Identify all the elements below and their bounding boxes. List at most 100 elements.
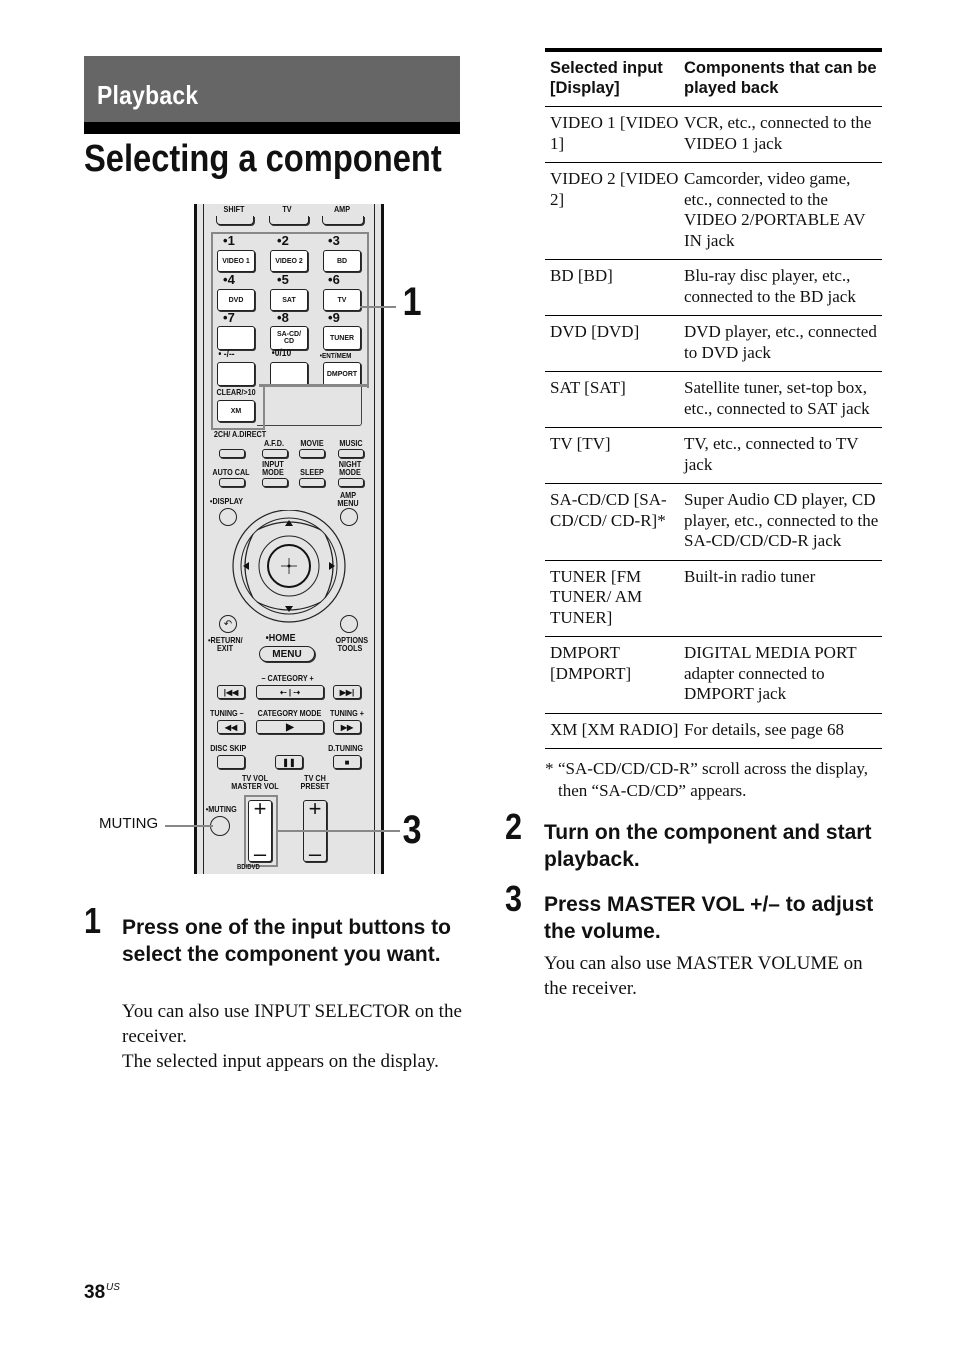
2ch-button[interactable] — [219, 449, 245, 458]
table-row: SAT [SAT] Satellite tuner, set-top box, e… — [545, 372, 882, 428]
table-cell-components: Blu-ray disc player, etc., connected to … — [684, 266, 856, 306]
fast-forward-button[interactable]: ▶▶ — [333, 720, 361, 734]
highlight-join — [259, 384, 367, 387]
step-1-body: You can also use INPUT SELECTOR on the r… — [122, 999, 467, 1074]
category-label: – CATEGORY + — [261, 673, 314, 683]
stop-button[interactable]: ■ — [333, 755, 361, 769]
xm-button[interactable]: XM — [217, 400, 255, 422]
table-row: TUNER [FM TUNER/ AM TUNER] Built-in radio… — [545, 561, 882, 637]
input-mode-button[interactable] — [262, 478, 288, 487]
table-cell-components: For details, see page 68 — [684, 719, 845, 739]
table-cell-input: VIDEO 2 [VIDEO 2] — [550, 169, 679, 209]
tuner-button[interactable]: TUNER — [323, 326, 361, 350]
num-8: •8 — [277, 310, 289, 325]
ch-minus: – — [308, 841, 322, 866]
tv-vol-label: TV VOL MASTER VOL — [231, 773, 279, 791]
table-row: DMPORT [DMPORT] DIGITAL MEDIA PORT adapte… — [545, 637, 882, 714]
button-7[interactable] — [217, 326, 255, 350]
table-header-row: Selected input [Display] Components that… — [545, 52, 882, 107]
auto-cal-label: AUTO CAL — [212, 467, 250, 477]
table-cell-input: VIDEO 1 [VIDEO 1] — [550, 113, 679, 153]
table-footnote: * “SA-CD/CD/CD-R” scroll across the disp… — [545, 758, 885, 802]
options-button[interactable] — [340, 615, 358, 633]
input-component-table: Selected input [Display] Components that… — [545, 48, 882, 749]
sleep-label: SLEEP — [300, 467, 324, 477]
step-1-number: 1 — [84, 900, 102, 941]
night-mode-label: NIGHT MODE — [338, 459, 362, 477]
footnote-mark: * — [545, 759, 554, 778]
callout-1-label: 1 — [402, 280, 422, 324]
night-mode-button[interactable] — [338, 478, 364, 487]
video1-button[interactable]: VIDEO 1 — [217, 250, 255, 272]
muting-small-label: •MUTING — [205, 804, 237, 814]
amp-button[interactable] — [322, 216, 364, 225]
page-number: 38 — [84, 1282, 106, 1303]
rewind-button[interactable]: ◀◀ — [217, 720, 245, 734]
input-mode-label: INPUT MODE — [262, 459, 284, 477]
callout-1-line — [360, 306, 396, 308]
table-cell-components: TV, etc., connected to TV jack — [684, 434, 859, 474]
num-2: •2 — [277, 233, 289, 248]
table-cell-input: TUNER [FM TUNER/ AM TUNER] — [550, 566, 643, 627]
table-cell-input: DMPORT [DMPORT] — [550, 643, 632, 683]
sacd-button[interactable]: SA-CD/ CD — [270, 326, 308, 350]
auto-cal-button[interactable] — [219, 478, 245, 487]
num-dash: • -/-- — [218, 349, 235, 360]
tv-button[interactable] — [269, 216, 309, 225]
disc-skip-label: DISC SKIP — [210, 743, 247, 753]
play-button[interactable]: ▶ — [256, 720, 324, 734]
table-row: TV [TV] TV, etc., connected to TV jack — [545, 428, 882, 484]
music-label: MUSIC — [339, 438, 363, 448]
table-row: SA-CD/CD [SA-CD/CD/ CD-R]* Super Audio CD… — [545, 484, 882, 561]
table-row: BD [BD] Blu-ray disc player, etc., connec… — [545, 260, 882, 316]
table-cell-components: DIGITAL MEDIA PORT adapter connected to … — [684, 643, 857, 703]
muting-button[interactable] — [210, 816, 230, 836]
category-mode-label: CATEGORY MODE — [257, 708, 322, 718]
prev-track-button[interactable]: |◀◀ — [217, 685, 245, 699]
tv-input-button[interactable]: TV — [323, 289, 361, 311]
dmport-button[interactable]: DMPORT — [323, 362, 361, 386]
disc-skip-button[interactable] — [217, 755, 245, 769]
bd-button[interactable]: BD — [323, 250, 361, 272]
step-3-number: 3 — [505, 878, 523, 919]
clear-label: CLEAR/>10 — [216, 387, 256, 397]
afd-button[interactable] — [262, 449, 288, 458]
table-cell-components: Built-in radio tuner — [684, 566, 816, 586]
return-icon[interactable]: ↶ — [219, 615, 237, 633]
d-tuning-label: D.TUNING — [328, 743, 364, 753]
table-cell-components: Satellite tuner, set-top box, etc., conn… — [684, 378, 870, 418]
tuning-minus-label: TUNING – — [209, 708, 244, 718]
table-header-input: Selected input [Display] — [550, 59, 663, 97]
home-label: •HOME — [265, 632, 296, 644]
dpad[interactable] — [229, 510, 349, 630]
step-2-number: 2 — [505, 806, 523, 847]
music-button[interactable] — [338, 449, 364, 458]
dash-button[interactable] — [217, 362, 255, 386]
sat-button[interactable]: SAT — [270, 289, 308, 311]
num-9: •9 — [328, 310, 340, 325]
table-row: DVD [DVD] DVD player, etc., connected to … — [545, 316, 882, 372]
step-1-body-line-1: You can also use INPUT SELECTOR on the r… — [122, 1001, 462, 1047]
table-cell-components: DVD player, etc., connected to DVD jack — [684, 322, 877, 362]
table-cell-input: TV [TV] — [550, 434, 611, 453]
master-vol-rocker[interactable]: + – — [248, 796, 272, 865]
category-button[interactable]: ⇠ | ⇢ — [256, 685, 324, 699]
menu-button[interactable]: MENU — [259, 646, 315, 662]
next-track-button[interactable]: ▶▶| — [333, 685, 361, 699]
movie-button[interactable] — [299, 449, 325, 458]
pause-button[interactable]: ❚❚ — [275, 755, 303, 769]
num-3: •3 — [328, 233, 340, 248]
sleep-button[interactable] — [299, 478, 325, 487]
dvd-button[interactable]: DVD — [217, 289, 255, 311]
zero-ten-button[interactable] — [270, 362, 308, 386]
shift-button[interactable] — [216, 216, 254, 225]
tuning-plus-label: TUNING + — [329, 708, 364, 718]
button-block-outline — [257, 387, 362, 426]
tv-label: TV — [282, 204, 292, 214]
video2-button[interactable]: VIDEO 2 — [270, 250, 308, 272]
table-cell-input: SAT [SAT] — [550, 378, 626, 397]
table-cell-components: Super Audio CD player, CD player, etc., … — [684, 490, 879, 550]
vol-plus: + — [253, 796, 267, 821]
page-region-suffix: US — [106, 1282, 120, 1293]
num-6: •6 — [328, 272, 340, 287]
